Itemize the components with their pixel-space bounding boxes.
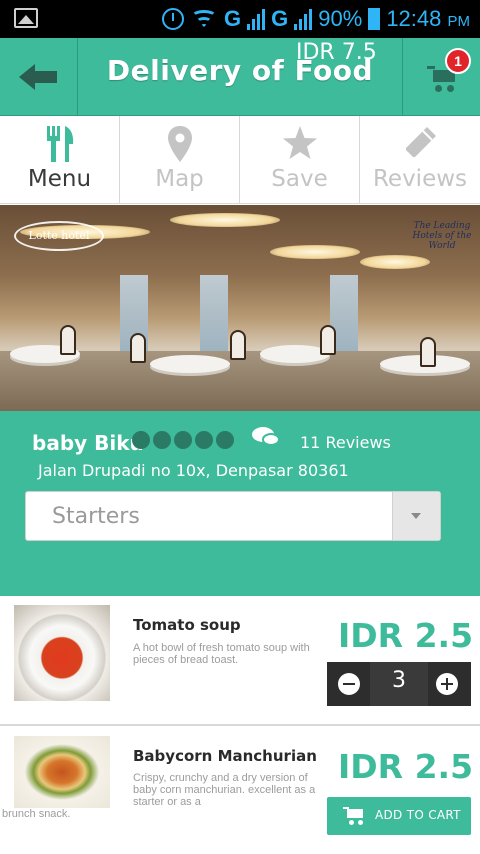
item-description-tail: brunch snack. bbox=[2, 808, 71, 820]
item-price: IDR 2.5 bbox=[338, 616, 474, 655]
signal-icon-1 bbox=[247, 8, 266, 30]
item-name: Tomato soup bbox=[133, 616, 241, 634]
rating-dot-icon bbox=[153, 431, 171, 449]
cart-icon bbox=[343, 807, 365, 825]
back-arrow-icon bbox=[18, 64, 59, 90]
item-description: A hot bowl of fresh tomato soup with pie… bbox=[133, 642, 310, 666]
gallery-icon bbox=[14, 8, 38, 28]
tab-map[interactable]: Map bbox=[120, 116, 240, 204]
back-button[interactable] bbox=[0, 38, 78, 116]
map-pin-icon bbox=[167, 126, 192, 162]
status-indicators: G G 90% 12:48 PM bbox=[162, 4, 470, 34]
item-photo bbox=[14, 605, 110, 701]
restaurant-address: Jalan Drupadi no 10x, Denpasar 80361 bbox=[38, 461, 349, 480]
clock-time: 12:48 bbox=[386, 6, 442, 31]
ceiling-lamp bbox=[360, 255, 430, 269]
app-header: Delivery of Food IDR 7.5 1 bbox=[0, 38, 480, 116]
rating-stars bbox=[132, 431, 234, 449]
alarm-icon bbox=[162, 8, 185, 30]
tab-menu-label: Menu bbox=[27, 166, 92, 192]
item-photo bbox=[14, 736, 110, 808]
restaurant-name: baby Biku bbox=[32, 431, 144, 455]
wifi-icon bbox=[190, 8, 218, 30]
signal-icon-2 bbox=[294, 8, 313, 30]
battery-icon bbox=[368, 8, 381, 30]
battery-percent: 90% bbox=[318, 6, 363, 31]
clock: 12:48 PM bbox=[386, 6, 470, 32]
menu-item: Babycorn Manchurian Crispy, crunchy and … bbox=[0, 728, 480, 854]
decrement-button[interactable] bbox=[338, 673, 360, 695]
tab-bar: Menu Map Save Reviews bbox=[0, 116, 480, 204]
rating-dot-icon bbox=[216, 431, 234, 449]
item-description: Crispy, crunchy and a dry version of bab… bbox=[133, 772, 316, 808]
chair bbox=[420, 337, 436, 367]
dining-table bbox=[150, 355, 230, 373]
tab-map-label: Map bbox=[155, 166, 204, 192]
add-to-cart-label: ADD TO CART bbox=[375, 808, 461, 822]
clock-ampm: PM bbox=[447, 13, 471, 30]
header-price-overlay: IDR 7.5 bbox=[296, 40, 377, 65]
reviews-count[interactable]: 11 Reviews bbox=[300, 433, 391, 452]
increment-button[interactable] bbox=[436, 673, 458, 695]
quantity-value: 3 bbox=[370, 662, 428, 706]
ceiling-lamp bbox=[270, 245, 360, 259]
cart-button[interactable]: 1 bbox=[402, 38, 480, 116]
tab-reviews-label: Reviews bbox=[372, 166, 468, 192]
item-name: Babycorn Manchurian bbox=[133, 747, 317, 765]
category-select-value: Starters bbox=[52, 504, 140, 529]
chair bbox=[60, 325, 76, 355]
tab-save-label: Save bbox=[271, 166, 328, 192]
fork-knife-icon bbox=[46, 126, 73, 162]
status-bar: G G 90% 12:48 PM bbox=[0, 0, 480, 38]
ceiling-lamp bbox=[170, 213, 280, 227]
tab-menu[interactable]: Menu bbox=[0, 116, 120, 204]
network-type-2: G bbox=[271, 6, 289, 31]
network-type-1: G bbox=[224, 6, 242, 31]
tab-save[interactable]: Save bbox=[240, 116, 360, 204]
restaurant-photo: Lotte hotel The Leading Hotels of the Wo… bbox=[0, 205, 480, 411]
chat-bubbles-icon[interactable] bbox=[252, 427, 282, 449]
chevron-down-icon[interactable] bbox=[392, 492, 440, 540]
category-select[interactable]: Starters bbox=[25, 491, 441, 541]
star-icon bbox=[282, 126, 317, 159]
leading-hotels-logo: The Leading Hotels of the World bbox=[412, 221, 472, 251]
chair bbox=[230, 330, 246, 360]
tab-reviews[interactable]: Reviews bbox=[360, 116, 480, 204]
rating-dot-icon bbox=[195, 431, 213, 449]
chair bbox=[320, 325, 336, 355]
pencil-icon bbox=[406, 127, 436, 157]
rating-dot-icon bbox=[132, 431, 150, 449]
menu-item: Tomato soup A hot bowl of fresh tomato s… bbox=[0, 596, 480, 726]
rating-dot-icon bbox=[174, 431, 192, 449]
quantity-stepper: 3 bbox=[327, 662, 471, 706]
item-price: IDR 2.5 bbox=[338, 747, 474, 786]
add-to-cart-button[interactable]: ADD TO CART bbox=[327, 797, 471, 835]
cart-count-badge: 1 bbox=[445, 48, 471, 74]
hotel-logo: Lotte hotel bbox=[14, 221, 104, 251]
restaurant-info: baby Biku 11 Reviews Jalan Drupadi no 10… bbox=[0, 411, 480, 596]
chair bbox=[130, 333, 146, 363]
